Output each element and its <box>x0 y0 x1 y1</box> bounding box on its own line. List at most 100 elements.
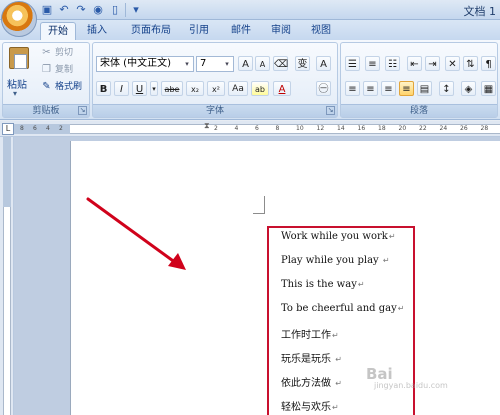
bullets-icon[interactable]: ☰ <box>345 56 360 71</box>
text-line[interactable]: Play while you play ↵ <box>281 255 390 266</box>
text-line[interactable]: Work while you work↵ <box>281 231 396 242</box>
borders-icon[interactable]: ▦ <box>481 81 496 96</box>
cut-button[interactable]: ✂ 剪切 <box>41 46 73 60</box>
paste-icon[interactable] <box>9 47 29 69</box>
multilevel-list-icon[interactable]: ☷ <box>385 56 400 71</box>
window-title: 文档 1 <box>463 5 497 18</box>
cut-label: 剪切 <box>55 48 74 58</box>
font-launcher-icon[interactable]: ↘ <box>326 106 335 115</box>
align-left-icon[interactable]: ≡ <box>345 81 360 96</box>
watermark-url: jingyan.baidu.com <box>374 381 448 390</box>
ruler-number: 12 <box>316 125 325 132</box>
line-text: 玩乐是玩乐 <box>281 354 335 365</box>
tab-insert[interactable]: 插入 <box>82 22 112 40</box>
line-spacing-icon[interactable]: ↕ <box>439 81 454 96</box>
tab-mailings[interactable]: 邮件 <box>226 22 256 40</box>
char-shading-icon[interactable]: ㊀ <box>316 81 331 96</box>
print-icon[interactable]: ◉ <box>91 3 105 17</box>
underline-button[interactable]: U <box>132 81 147 96</box>
chevron-down-icon[interactable]: ▾ <box>222 57 232 71</box>
decrease-indent-icon[interactable]: ⇤ <box>407 56 422 71</box>
distributed-icon[interactable]: ▤ <box>417 81 432 96</box>
redo-icon[interactable]: ↷ <box>74 3 88 17</box>
font-size-combo[interactable]: 7 ▾ <box>196 56 234 72</box>
font-name-combo[interactable]: 宋体 (中文正文) ▾ <box>96 56 194 72</box>
format-painter-button[interactable]: ✎ 格式刷 <box>41 80 82 94</box>
vertical-ruler[interactable] <box>0 137 14 415</box>
clipboard-launcher-icon[interactable]: ↘ <box>78 106 87 115</box>
line-text: 轻松与欢乐 <box>281 402 331 413</box>
align-right-icon[interactable]: ≡ <box>381 81 396 96</box>
tab-review[interactable]: 审阅 <box>266 22 296 40</box>
justify-icon[interactable]: ≡ <box>399 81 414 96</box>
copy-icon: ❐ <box>42 64 51 75</box>
char-border-button[interactable]: A <box>316 56 331 71</box>
watermark: Bai jingyan.baidu.com <box>366 365 448 390</box>
paragraph-mark: ↵ <box>382 256 390 265</box>
clipboard-group: 粘贴 ▾ ✂ 剪切 ❐ 复制 ✎ 格式刷 剪贴板 ↘ <box>2 42 90 118</box>
grow-font-button[interactable]: A <box>238 56 253 71</box>
undo-icon[interactable]: ↶ <box>57 3 71 17</box>
paragraph-mark: ↵ <box>397 304 405 313</box>
crop-mark <box>264 196 265 214</box>
tab-home[interactable]: 开始 <box>40 22 76 40</box>
chevron-down-icon[interactable]: ▾ <box>150 81 158 96</box>
tab-page-layout[interactable]: 页面布局 <box>124 22 178 40</box>
customize-qat-icon[interactable]: ▾ <box>129 3 143 17</box>
paintbrush-icon: ✎ <box>42 81 51 92</box>
text-line[interactable]: 轻松与欢乐↵ <box>281 398 339 413</box>
ruler-number: 18 <box>378 125 386 132</box>
chevron-down-icon[interactable]: ▾ <box>182 57 192 71</box>
strikethrough-button[interactable]: abe <box>161 81 183 96</box>
paragraph-group: ☰ ≡ ☷ ⇤ ⇥ ✕ ⇅ ¶ ≡ ≡ ≡ ≡ ▤ ↕ ◈ ▦ 段落 <box>340 42 498 118</box>
show-marks-icon[interactable]: ¶ <box>481 56 496 71</box>
ruler-number: 2 <box>214 125 218 132</box>
copy-label: 复制 <box>55 65 74 75</box>
sort-icon[interactable]: ⇅ <box>463 56 478 71</box>
ruler-number: 22 <box>419 125 427 132</box>
clear-format-icon[interactable]: ⌫ <box>273 56 288 71</box>
text-highlight-button[interactable]: ab <box>251 81 269 96</box>
ruler-number: 4 <box>234 125 239 132</box>
format-painter-label: 格式刷 <box>55 82 83 92</box>
office-button[interactable] <box>1 1 37 37</box>
save-icon[interactable]: ▣ <box>40 3 54 17</box>
text-line[interactable]: 玩乐是玩乐 ↵ <box>281 350 342 365</box>
ruler-number: 2 <box>59 125 63 132</box>
clipboard-group-label: 剪贴板 <box>3 104 89 117</box>
change-case-button[interactable]: Aa <box>228 81 248 96</box>
increase-indent-icon[interactable]: ⇥ <box>425 56 440 71</box>
chinese-layout-icon[interactable]: ✕ <box>445 56 460 71</box>
line-text: 依此方法做 <box>281 378 335 389</box>
numbering-icon[interactable]: ≡ <box>365 56 380 71</box>
copy-button[interactable]: ❐ 复制 <box>41 63 73 77</box>
text-line[interactable]: 依此方法做 ↵ <box>281 374 342 389</box>
text-line[interactable]: 工作时工作↵ <box>281 326 339 341</box>
shading-icon[interactable]: ◈ <box>461 81 476 96</box>
tab-references[interactable]: 引用 <box>184 22 214 40</box>
paragraph-mark: ↵ <box>332 331 339 340</box>
ruler-track <box>70 124 500 134</box>
subscript-button[interactable]: x₂ <box>186 81 204 96</box>
shrink-font-button[interactable]: A <box>255 56 270 71</box>
bold-button[interactable]: B <box>96 81 111 96</box>
superscript-button[interactable]: x² <box>207 81 225 96</box>
ruler-number: 8 <box>20 125 24 132</box>
align-center-icon[interactable]: ≡ <box>363 81 378 96</box>
text-line[interactable]: This is the way↵ <box>281 279 365 290</box>
phonetic-guide-button[interactable]: 变 <box>295 56 310 71</box>
indent-marker-icon[interactable]: ⧗ <box>204 121 210 131</box>
font-color-button[interactable]: A <box>273 81 291 96</box>
scissors-icon: ✂ <box>42 47 51 58</box>
horizontal-ruler[interactable]: L 8 6 4 2 2 4 6 8 10 12 14 16 18 20 22 24 26 28 ⧗ <box>0 121 500 137</box>
italic-button[interactable]: I <box>114 81 129 96</box>
new-document-icon[interactable]: ▯ <box>108 3 122 17</box>
paragraph-mark: ↵ <box>388 232 396 241</box>
ribbon-tabs: 开始 插入 页面布局 引用 邮件 审阅 视图 <box>0 20 500 40</box>
tab-selector-icon[interactable]: L <box>2 123 14 135</box>
chevron-down-icon[interactable]: ▾ <box>13 89 17 98</box>
paragraph-group-label: 段落 <box>341 104 497 117</box>
text-line[interactable]: To be cheerful and gay↵ <box>281 303 404 314</box>
tab-view[interactable]: 视图 <box>306 22 336 40</box>
ruler-number: 6 <box>255 125 259 132</box>
